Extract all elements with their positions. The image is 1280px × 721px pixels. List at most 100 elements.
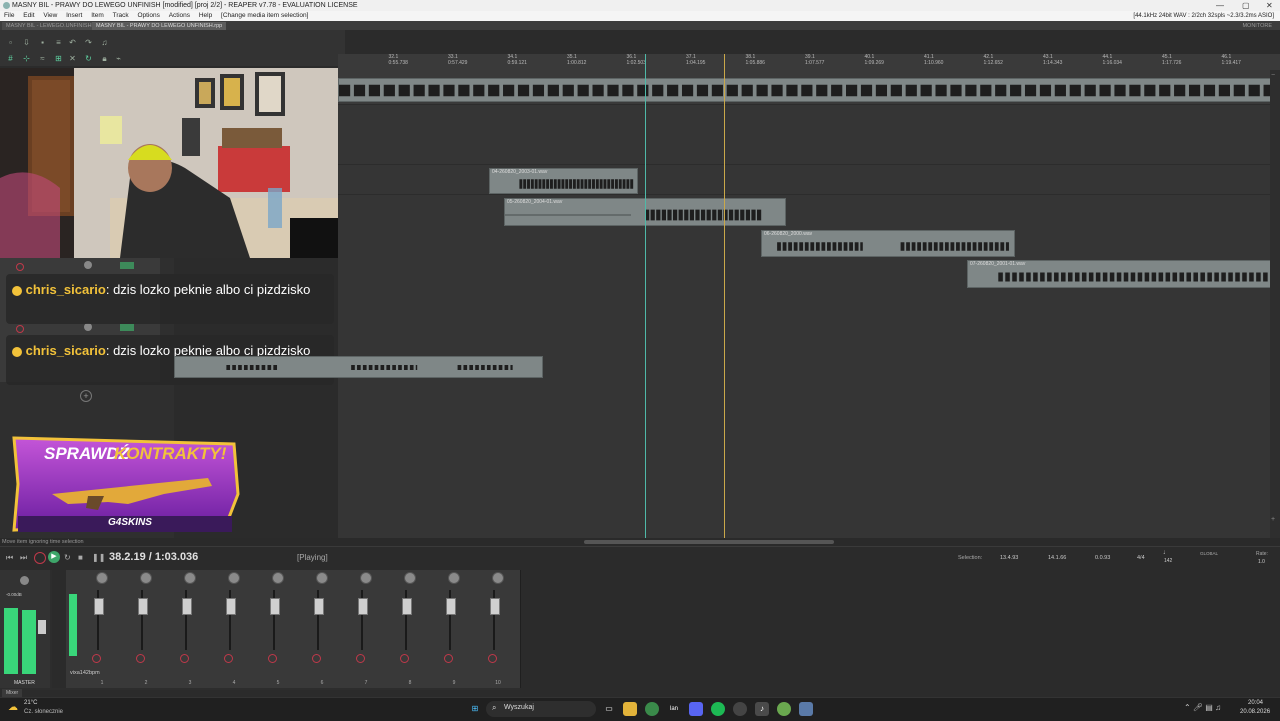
- file-explorer-icon[interactable]: [623, 702, 637, 716]
- master-pan-knob[interactable]: [20, 576, 29, 585]
- record-arm-icon[interactable]: [444, 654, 453, 663]
- record-arm-icon[interactable]: [224, 654, 233, 663]
- menu-track[interactable]: Track: [113, 12, 129, 19]
- task-view-icon[interactable]: ▭: [602, 702, 616, 716]
- volume-fader[interactable]: [402, 598, 412, 615]
- metronome-icon[interactable]: ♩: [1163, 549, 1170, 556]
- lock-icon[interactable]: 🔒︎: [100, 54, 109, 63]
- record-arm-icon[interactable]: [16, 325, 24, 333]
- browser-icon[interactable]: [777, 702, 791, 716]
- spotify-icon[interactable]: [711, 702, 725, 716]
- master-fader[interactable]: [38, 620, 46, 634]
- selection-length[interactable]: 0.0.93: [1095, 555, 1110, 561]
- tab-project-2[interactable]: MASNY BIL - PRAWY DO LEWEGO UNFINISH.rpp: [92, 22, 227, 30]
- record-arm-icon[interactable]: [136, 654, 145, 663]
- grid-icon[interactable]: #: [6, 54, 15, 63]
- envelope-icon[interactable]: ⌁: [114, 54, 123, 63]
- media-item-top[interactable]: [338, 78, 1272, 102]
- record-arm-icon[interactable]: [356, 654, 365, 663]
- add-track-icon[interactable]: +: [80, 390, 92, 402]
- app-window-icon[interactable]: [799, 702, 813, 716]
- rate-value[interactable]: 1.0: [1258, 559, 1265, 565]
- pan-knob[interactable]: [272, 572, 284, 584]
- discord-icon[interactable]: [689, 702, 703, 716]
- zoom-in-icon[interactable]: +: [1271, 516, 1275, 523]
- undo-icon[interactable]: ↶: [68, 38, 77, 47]
- volume-fader[interactable]: [226, 598, 236, 615]
- stop-icon[interactable]: ■: [78, 553, 83, 562]
- horizontal-scrollbar[interactable]: Move item ignoring time selection: [0, 538, 1280, 546]
- volume-fader[interactable]: [182, 598, 192, 615]
- pan-knob[interactable]: [492, 572, 504, 584]
- close-button[interactable]: ✕: [1266, 0, 1273, 11]
- arrange-view[interactable]: 04-260820_2003-01.wav 05-260820_2004-01.…: [174, 54, 1272, 538]
- media-item[interactable]: [174, 356, 543, 378]
- pan-knob[interactable]: [360, 572, 372, 584]
- bpm-display[interactable]: 142: [1164, 558, 1172, 564]
- volume-fader[interactable]: [358, 598, 368, 615]
- start-icon[interactable]: ⊞: [468, 702, 482, 716]
- zoom-out-icon[interactable]: −: [1271, 72, 1275, 79]
- record-arm-icon[interactable]: [312, 654, 321, 663]
- volume-fader[interactable]: [446, 598, 456, 615]
- pan-knob[interactable]: [228, 572, 240, 584]
- pan-knob[interactable]: [316, 572, 328, 584]
- volume-fader[interactable]: [138, 598, 148, 615]
- app-icon[interactable]: lan: [667, 702, 681, 716]
- redo-icon[interactable]: ↷: [84, 38, 93, 47]
- weather-icon[interactable]: ☁: [8, 702, 18, 713]
- global-label[interactable]: GLOBAL: [1200, 551, 1218, 556]
- reaper-icon[interactable]: ♪: [755, 702, 769, 716]
- record-arm-icon[interactable]: [180, 654, 189, 663]
- project-settings-icon[interactable]: ≡: [54, 38, 63, 47]
- menu-help[interactable]: Help: [199, 12, 212, 19]
- media-item[interactable]: 06-260820_2000.wav: [761, 230, 1015, 257]
- chrome-icon[interactable]: [645, 702, 659, 716]
- time-signature[interactable]: 4/4: [1137, 555, 1145, 561]
- volume-fader[interactable]: [94, 598, 104, 615]
- media-item[interactable]: 07-260820_2001-01.wav: [967, 260, 1272, 288]
- menu-options[interactable]: Options: [137, 12, 159, 19]
- ripple-icon[interactable]: ≈: [38, 54, 47, 63]
- clock-time[interactable]: 20:04: [1248, 700, 1263, 706]
- pan-knob[interactable]: [96, 572, 108, 584]
- obs-icon[interactable]: [733, 702, 747, 716]
- tab-monitor[interactable]: MONITORE: [1238, 22, 1276, 30]
- menu-file[interactable]: File: [4, 12, 14, 19]
- pause-icon[interactable]: ❚❚: [92, 553, 105, 562]
- repeat-icon[interactable]: ↻: [64, 553, 71, 562]
- selection-end[interactable]: 14.1.66: [1048, 555, 1066, 561]
- record-arm-icon[interactable]: [488, 654, 497, 663]
- scroll-thumb[interactable]: [584, 540, 834, 544]
- pan-knob[interactable]: [140, 572, 152, 584]
- menu-edit[interactable]: Edit: [23, 12, 34, 19]
- record-arm-icon[interactable]: [400, 654, 409, 663]
- taskbar-search[interactable]: ⌕ Wyszukaj: [486, 701, 596, 717]
- play-button[interactable]: ▶: [48, 551, 60, 563]
- go-to-end-icon[interactable]: ⏭: [20, 553, 27, 563]
- selection-start[interactable]: 13.4.93: [1000, 555, 1018, 561]
- maximize-button[interactable]: ▢: [1242, 0, 1250, 11]
- menu-insert[interactable]: Insert: [66, 12, 82, 19]
- go-to-start-icon[interactable]: ⏮: [6, 553, 13, 563]
- volume-fader[interactable]: [314, 598, 324, 615]
- mixer-tab[interactable]: Mixer: [2, 689, 23, 697]
- volume-fader[interactable]: [270, 598, 280, 615]
- minimize-button[interactable]: —: [1216, 0, 1224, 11]
- grouping-icon[interactable]: ⊞: [54, 54, 63, 63]
- clock-date[interactable]: 20.08.2026: [1240, 709, 1270, 715]
- media-item[interactable]: 04-260820_2003-01.wav: [489, 168, 638, 194]
- record-arm-icon[interactable]: [92, 654, 101, 663]
- open-project-icon[interactable]: ⇩: [22, 38, 31, 47]
- new-project-icon[interactable]: ▫: [6, 38, 15, 47]
- auto-crossfade-icon[interactable]: ✕: [68, 54, 77, 63]
- tab-project-1[interactable]: MASNY BIL - LEWEGO.UNFINISH.rpp: [2, 22, 106, 30]
- pan-knob[interactable]: [404, 572, 416, 584]
- pan-knob[interactable]: [448, 572, 460, 584]
- record-button[interactable]: [34, 552, 46, 564]
- fx-button[interactable]: [120, 324, 134, 331]
- record-arm-icon[interactable]: [268, 654, 277, 663]
- volume-fader[interactable]: [490, 598, 500, 615]
- fx-button[interactable]: [120, 262, 134, 269]
- menu-item[interactable]: Item: [91, 12, 104, 19]
